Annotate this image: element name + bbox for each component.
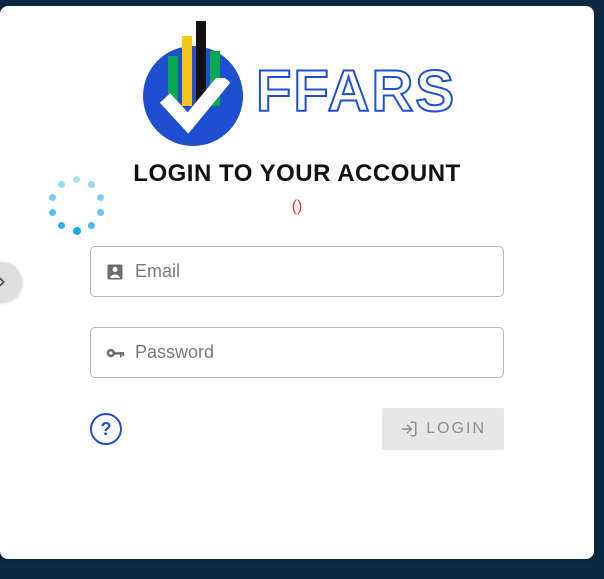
form-footer: ? LOGIN [90, 408, 504, 450]
person-icon [105, 262, 125, 282]
checkmark-icon [160, 78, 230, 138]
email-field-wrap[interactable] [90, 246, 504, 297]
login-card: FFARS LOGIN TO YOUR ACCOUNT () ? [0, 6, 594, 559]
error-message: () [30, 198, 564, 216]
login-form [90, 246, 504, 378]
email-input[interactable] [135, 261, 489, 282]
logo-row: FFARS [30, 36, 564, 146]
brand-name: FFARS [256, 58, 456, 125]
password-field-wrap[interactable] [90, 327, 504, 378]
login-icon [400, 420, 418, 438]
help-button[interactable]: ? [90, 413, 122, 445]
password-input[interactable] [135, 342, 489, 363]
login-button[interactable]: LOGIN [382, 408, 504, 450]
help-icon-label: ? [101, 419, 112, 440]
login-button-label: LOGIN [426, 420, 486, 438]
loading-spinner [48, 176, 104, 232]
brand-logo [138, 36, 248, 146]
key-icon [105, 343, 125, 363]
page-title: LOGIN TO YOUR ACCOUNT [30, 160, 564, 188]
chevron-right-icon [0, 275, 9, 289]
